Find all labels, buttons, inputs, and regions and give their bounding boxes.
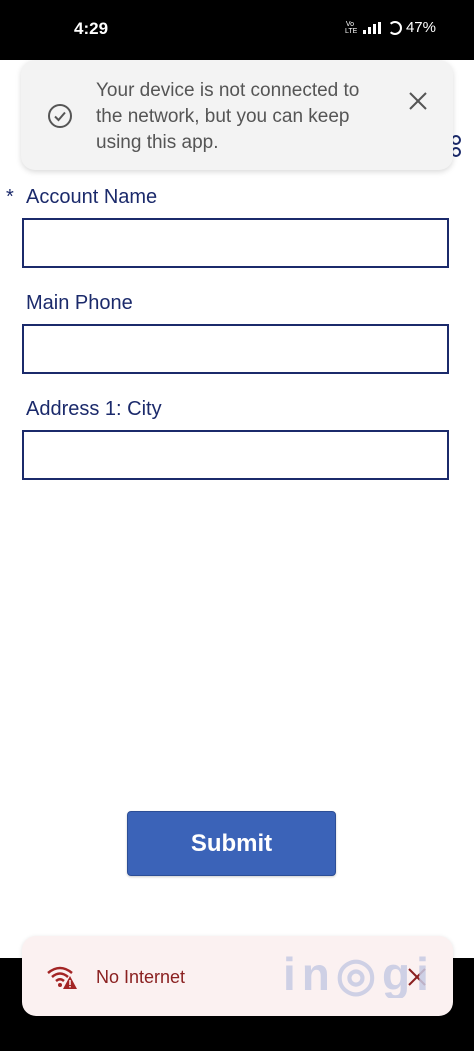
- signal-icon: [362, 21, 381, 34]
- no-internet-text: No Internet: [96, 967, 186, 987]
- clock: 4:29: [74, 19, 109, 38]
- wifi-warning-icon: [46, 964, 78, 995]
- city-label: Address 1: City: [26, 398, 162, 420]
- inogic-watermark-logo: in◎gi: [283, 948, 433, 1010]
- check-circle-icon: [47, 103, 73, 134]
- account-name-input[interactable]: [22, 218, 449, 268]
- main-phone-input[interactable]: [22, 324, 449, 374]
- status-bar: 4:29 Vo LTE 47%: [0, 0, 474, 60]
- close-icon[interactable]: [407, 90, 429, 117]
- account-name-label: Account Name: [26, 186, 158, 208]
- main-phone-label: Main Phone: [26, 292, 133, 314]
- city-input[interactable]: [22, 430, 449, 480]
- status-icons: Vo LTE 47%: [345, 19, 436, 36]
- volte-indicator: Vo LTE: [344, 20, 358, 35]
- battery-icon: [387, 20, 402, 35]
- svg-text:in◎gi: in◎gi: [283, 948, 433, 998]
- toast-message: Your device is not connected to the netw…: [96, 80, 360, 153]
- offline-toast: Your device is not connected to the netw…: [21, 60, 453, 170]
- battery-percent: 47%: [405, 19, 436, 36]
- required-marker: *: [6, 186, 14, 208]
- submit-button[interactable]: Submit: [127, 811, 336, 876]
